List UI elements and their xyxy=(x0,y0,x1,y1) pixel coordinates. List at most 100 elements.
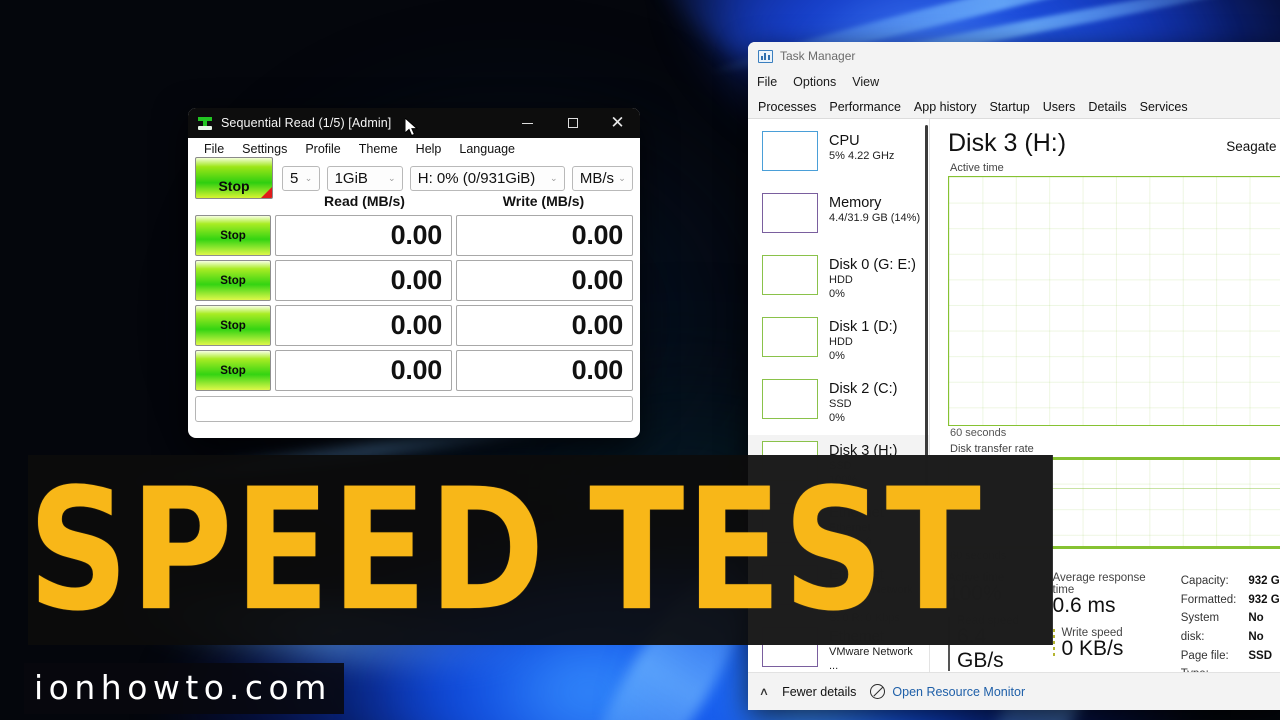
sidebar-item-label: Disk 1 (D:) xyxy=(829,319,898,335)
property-key: Capacity: xyxy=(1180,575,1229,587)
stat-label: Average response time xyxy=(1052,572,1146,596)
sidebar-item-detail: HDD xyxy=(829,336,853,349)
row-write-value: 0.00 xyxy=(456,215,633,256)
row-stop-button[interactable]: Stop xyxy=(195,305,271,346)
menu-item-theme[interactable]: Theme xyxy=(350,142,407,156)
crystaldiskmark-icon xyxy=(197,115,213,131)
row-write-value: 0.00 xyxy=(456,305,633,346)
property-value: No xyxy=(1248,612,1264,625)
disk-properties: Capacity: Formatted: System disk: Page f… xyxy=(1181,572,1280,672)
sidebar-item-detail: 4.4/31.9 GB (14%) xyxy=(829,212,921,225)
chevron-up-icon[interactable]: ∧ xyxy=(759,685,769,698)
chevron-down-icon: ⌄ xyxy=(618,172,626,183)
sidebar-item-cpu[interactable]: CPU 5% 4.22 GHz xyxy=(748,125,929,187)
active-time-graph xyxy=(948,176,1280,426)
menu-item-file[interactable]: File xyxy=(195,142,233,156)
sidebar-item-usage: 0% xyxy=(829,411,845,424)
tab-processes[interactable]: Processes xyxy=(758,100,816,118)
sidebar-item-label: CPU xyxy=(829,133,860,149)
disk-graph-thumbnail xyxy=(762,255,818,295)
stop-all-button[interactable]: Stop xyxy=(195,157,273,199)
stat-response-time: Average response time 0.6 ms Write speed… xyxy=(1052,572,1155,672)
menu-item-language[interactable]: Language xyxy=(450,142,524,156)
property-value: SSD xyxy=(1248,649,1273,662)
tab-details[interactable]: Details xyxy=(1088,100,1126,118)
graph-duration-label: 60 seconds xyxy=(950,427,1007,439)
property-value: 932 GB xyxy=(1248,593,1280,606)
task-manager-icon xyxy=(758,49,773,63)
overlay-word-speed: SPEED xyxy=(28,453,547,649)
row-read-value: 0.00 xyxy=(275,215,452,256)
sidebar-item-detail: HDD xyxy=(829,274,853,287)
menu-item-view[interactable]: View xyxy=(852,75,889,89)
tab-performance[interactable]: Performance xyxy=(829,100,901,118)
table-row: Stop 0.00 0.00 xyxy=(195,305,633,346)
task-manager-titlebar[interactable]: Task Manager xyxy=(748,42,1280,70)
status-bar xyxy=(195,396,633,422)
page-title: Disk 3 (H:) xyxy=(948,129,1067,157)
task-manager-title: Task Manager xyxy=(780,49,856,63)
unit-value: MB/s xyxy=(579,169,614,187)
task-manager-tabs[interactable]: Processes Performance App history Startu… xyxy=(748,93,1280,119)
task-manager-footer: ∧ Fewer details Open Resource Monitor xyxy=(748,672,1280,710)
fewer-details-button[interactable]: Fewer details xyxy=(782,685,856,699)
crystaldiskmark-window-controls: ✕ xyxy=(505,108,640,138)
disk-graph-thumbnail xyxy=(762,379,818,419)
tab-app-history[interactable]: App history xyxy=(914,100,977,118)
menu-item-options[interactable]: Options xyxy=(793,75,846,89)
property-key: Page file: xyxy=(1180,649,1229,662)
task-manager-menubar[interactable]: File Options View xyxy=(748,70,1280,93)
drive-select[interactable]: H: 0% (0/931GiB) ⌄ xyxy=(409,165,565,191)
resource-monitor-icon xyxy=(870,684,886,699)
crystaldiskmark-titlebar[interactable]: Sequential Read (1/5) [Admin] ✕ xyxy=(188,108,640,138)
test-size-value: 1GiB xyxy=(334,169,368,187)
table-row: Stop 0.00 0.00 xyxy=(195,215,633,256)
unit-select[interactable]: MB/s ⌄ xyxy=(571,165,633,191)
button-corner-marker xyxy=(261,187,272,198)
table-row: Stop 0.00 0.00 xyxy=(195,350,633,391)
sidebar-item-disk0[interactable]: Disk 0 (G: E:) HDD 0% xyxy=(748,249,929,311)
close-button[interactable]: ✕ xyxy=(595,108,640,138)
property-key: Type: xyxy=(1181,665,1237,672)
maximize-button[interactable] xyxy=(550,108,595,138)
disk-graph-thumbnail xyxy=(762,317,818,357)
property-key: Formatted: xyxy=(1180,593,1237,606)
write-column-header: Write (MB/s) xyxy=(502,193,585,209)
read-column-header: Read (MB/s) xyxy=(324,193,405,209)
test-count-select[interactable]: 5 ⌄ xyxy=(282,165,320,191)
row-write-value: 0.00 xyxy=(456,260,633,301)
crystaldiskmark-toolbar: Stop 5 ⌄ 1GiB ⌄ H: 0% (0/931GiB) ⌄ MB/s … xyxy=(195,157,633,199)
menu-item-file[interactable]: File xyxy=(757,75,787,89)
sidebar-item-memory[interactable]: Memory 4.4/31.9 GB (14%) xyxy=(748,187,929,249)
sidebar-item-label: Memory xyxy=(829,195,882,211)
menu-item-help[interactable]: Help xyxy=(407,142,451,156)
memory-graph-thumbnail xyxy=(762,193,818,233)
row-stop-button[interactable]: Stop xyxy=(195,260,271,301)
row-read-value: 0.00 xyxy=(275,305,452,346)
crystaldiskmark-title: Sequential Read (1/5) [Admin] xyxy=(221,116,392,130)
tab-startup[interactable]: Startup xyxy=(989,100,1029,118)
property-value: 932 GB xyxy=(1248,575,1280,587)
row-write-value: 0.00 xyxy=(456,350,633,391)
sidebar-item-disk2[interactable]: Disk 2 (C:) SSD 0% xyxy=(748,373,929,435)
menu-item-profile[interactable]: Profile xyxy=(296,142,349,156)
minimize-button[interactable] xyxy=(505,108,550,138)
detail-header: Disk 3 (H:) Seagate I xyxy=(948,129,1280,158)
menu-item-settings[interactable]: Settings xyxy=(233,142,296,156)
chevron-down-icon: ⌄ xyxy=(387,172,396,183)
test-size-select[interactable]: 1GiB ⌄ xyxy=(326,165,403,191)
sidebar-item-usage: 0% xyxy=(829,349,845,362)
active-time-graph-label: Active time xyxy=(950,162,1004,174)
open-resource-monitor-label: Open Resource Monitor xyxy=(892,684,1026,699)
tab-services[interactable]: Services xyxy=(1140,100,1188,118)
tab-users[interactable]: Users xyxy=(1043,100,1076,118)
row-stop-button[interactable]: Stop xyxy=(195,350,271,391)
site-watermark: ionhowto.com xyxy=(24,663,344,714)
sidebar-item-disk1[interactable]: Disk 1 (D:) HDD 0% xyxy=(748,311,929,373)
speedtest-title-overlay: SPEED TEST xyxy=(28,440,1000,662)
open-resource-monitor-link[interactable]: Open Resource Monitor xyxy=(870,684,1025,699)
crystaldiskmark-window[interactable]: Sequential Read (1/5) [Admin] ✕ File Set… xyxy=(188,108,640,438)
row-stop-button[interactable]: Stop xyxy=(195,215,271,256)
stat-value: 0.6 ms xyxy=(1052,594,1116,617)
drive-value: H: 0% (0/931GiB) xyxy=(417,169,536,187)
